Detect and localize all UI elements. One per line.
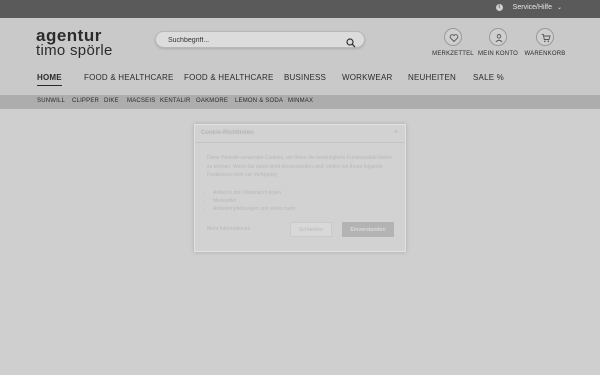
brand-link-lemon-soda[interactable]: LEMON & SODA <box>235 98 283 104</box>
nav-item-food-healthcare[interactable]: FOOD & HEALTHCARE <box>84 73 174 82</box>
nav-item-sale[interactable]: SALE % <box>473 73 504 82</box>
cookie-modal-title: Cookie-Richtlinien <box>201 130 254 136</box>
list-item: Merkzettel <box>213 197 295 205</box>
cart-label: WARENKORB <box>524 51 566 57</box>
service-help-label: Service/Hilfe <box>512 4 552 11</box>
modal-divider <box>195 142 405 143</box>
main-navigation: HOME FOOD & HEALTHCARE FOOD & HEALTHCARE… <box>0 73 600 93</box>
search-icon[interactable] <box>346 35 356 48</box>
brand-link-minmax[interactable]: MINMAX <box>288 98 313 104</box>
nav-item-food-healthcare-2[interactable]: FOOD & HEALTHCARE <box>184 73 274 82</box>
brand-link-clipper[interactable]: CLIPPER <box>72 98 99 104</box>
brand-link-kentalir[interactable]: KENTALIR <box>160 98 191 104</box>
brand-link-dike[interactable]: DIKE <box>104 98 119 104</box>
cart-button[interactable]: WARENKORB <box>521 28 569 57</box>
cookie-consent-modal: Cookie-Richtlinien × Diese Website verwe… <box>194 124 406 252</box>
brand-subnav: SUNWILL CLIPPER DIKE MACSEIS KENTALIR OA… <box>0 95 600 109</box>
info-icon: i <box>495 4 503 11</box>
more-info-link[interactable]: Mehr Informationen <box>207 226 250 232</box>
top-bar: i Service/Hilfe ⌄ <box>0 0 600 18</box>
account-button[interactable]: MEIN KONTO <box>474 28 522 57</box>
account-label: MEIN KONTO <box>478 51 518 57</box>
nav-item-home[interactable]: HOME <box>37 73 62 86</box>
brand-link-sunwill[interactable]: SUNWILL <box>37 98 65 104</box>
service-help-menu[interactable]: i Service/Hilfe ⌄ <box>495 4 562 11</box>
header: agentur timo spörle MERKZETTEL MEIN KONT… <box>0 18 600 95</box>
cart-icon <box>536 28 554 46</box>
list-item: Artikel in den Warenkorb legen <box>213 189 295 197</box>
heart-icon <box>444 28 462 46</box>
wishlist-button[interactable]: MERKZETTEL <box>429 28 477 57</box>
user-icon <box>489 28 507 46</box>
search-input[interactable] <box>168 34 338 46</box>
logo-line-2: timo spörle <box>36 42 113 59</box>
logo[interactable]: agentur timo spörle <box>36 26 113 59</box>
brand-link-oakmore[interactable]: OAKMORE <box>196 98 228 104</box>
accept-cookies-button[interactable]: Einverstanden <box>342 222 394 237</box>
nav-item-neuheiten[interactable]: NEUHEITEN <box>408 73 456 82</box>
logo-line-1: agentur <box>36 26 102 45</box>
search-bar <box>155 31 365 48</box>
nav-item-business[interactable]: BUSINESS <box>284 73 326 82</box>
cookie-feature-list: Artikel in den Warenkorb legen Merkzette… <box>213 189 295 213</box>
list-item: Artikelempfehlungen und vieles mehr <box>213 205 295 213</box>
cookie-modal-text: Diese Website verwendet Cookies, um Ihne… <box>207 155 392 178</box>
close-cookie-button[interactable]: Schließen <box>290 222 332 237</box>
chevron-down-icon: ⌄ <box>556 5 562 11</box>
close-icon[interactable]: × <box>394 129 398 136</box>
nav-item-workwear[interactable]: WORKWEAR <box>342 73 393 82</box>
brand-link-macseis[interactable]: MACSEIS <box>127 98 155 104</box>
wishlist-label: MERKZETTEL <box>432 51 474 57</box>
